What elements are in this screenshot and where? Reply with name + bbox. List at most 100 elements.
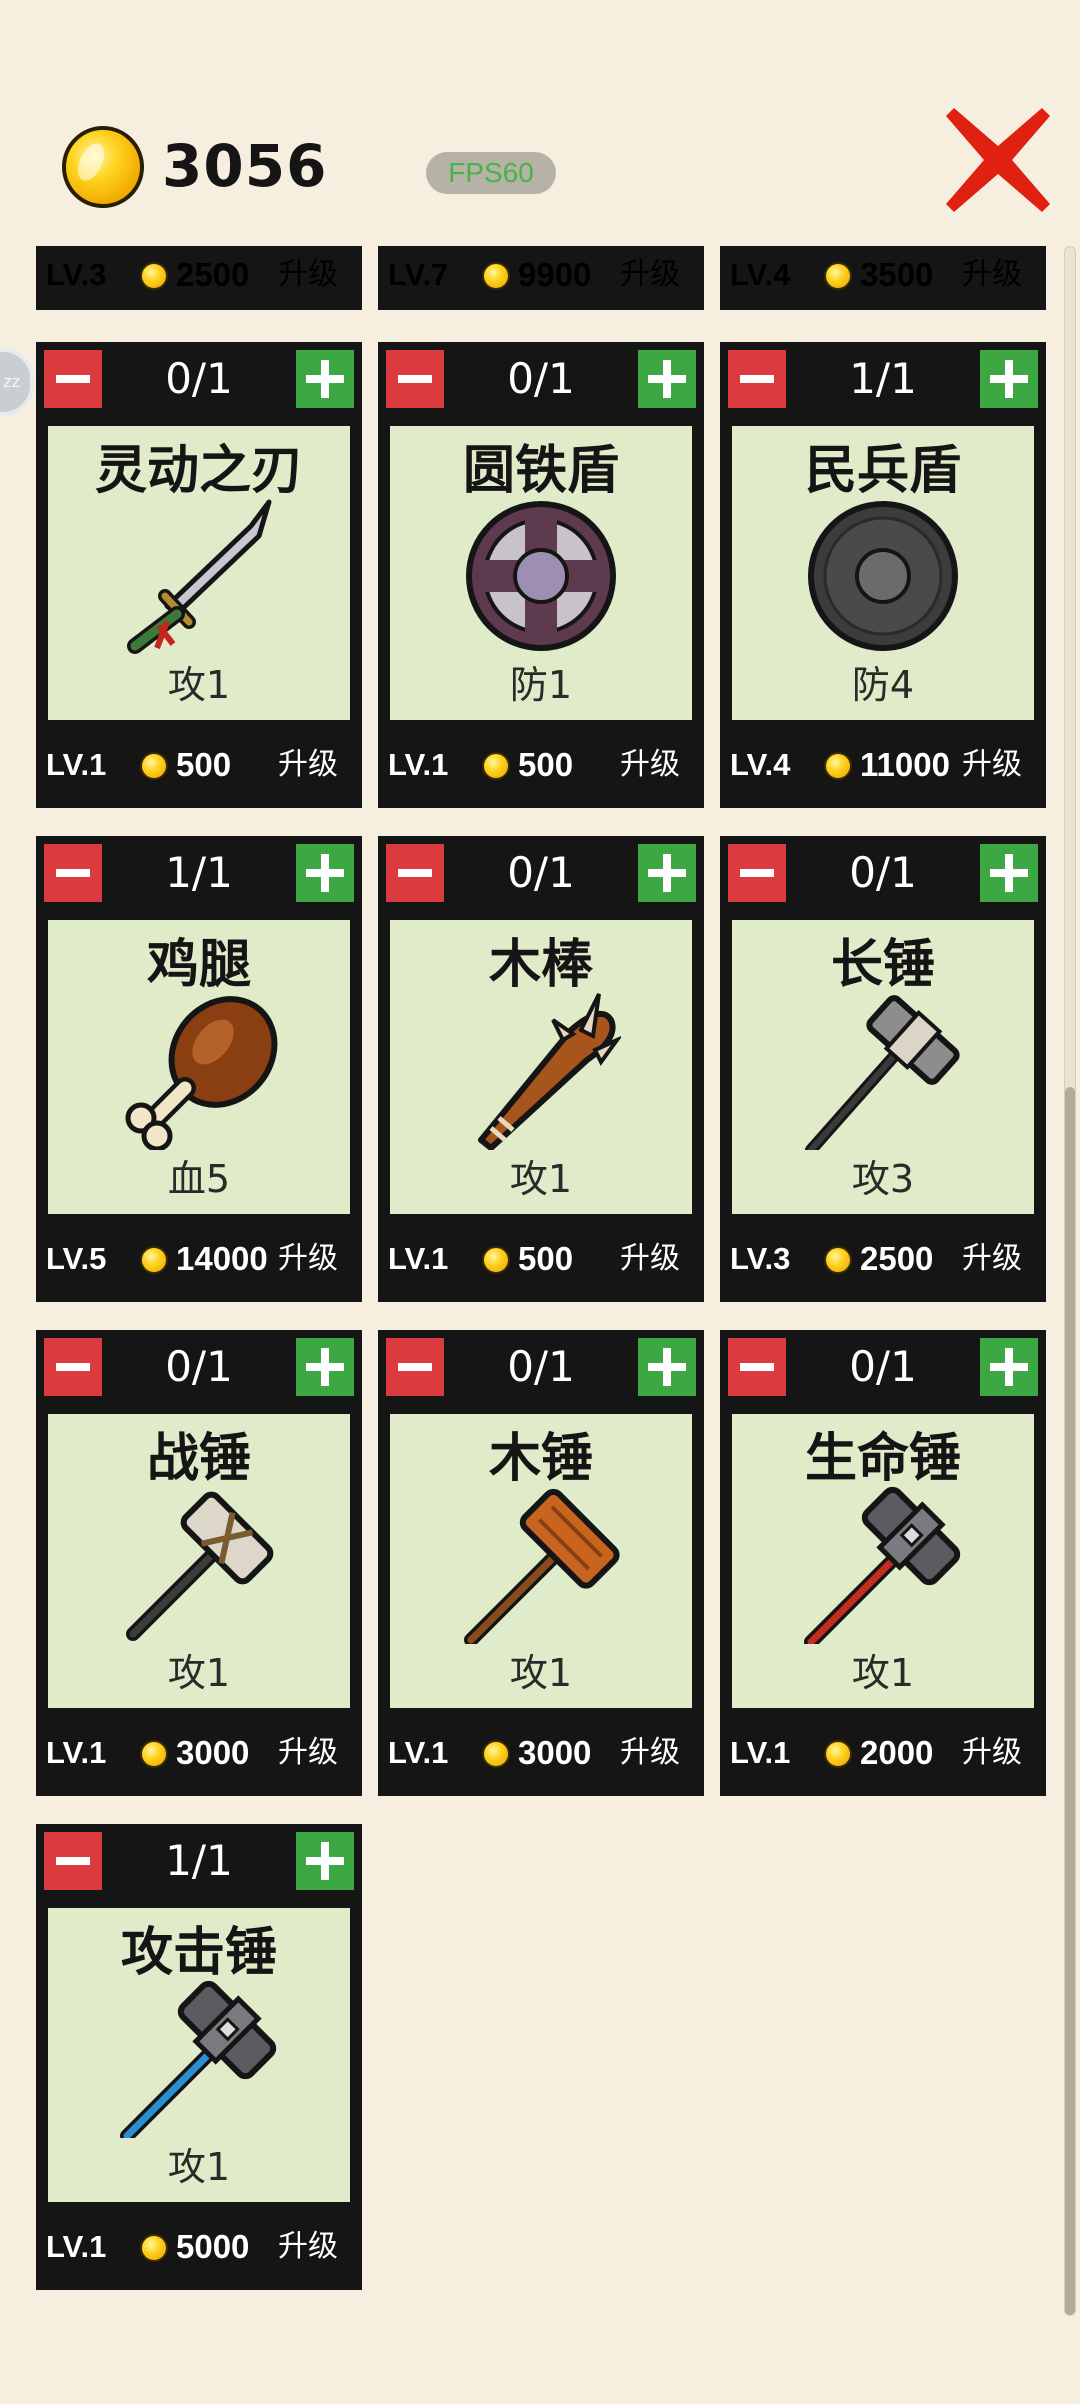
upgrade-button[interactable]: 升级: [962, 1718, 1022, 1788]
increase-button[interactable]: [980, 1338, 1038, 1396]
card-header: 1/1: [36, 836, 362, 910]
scrollbar-thumb[interactable]: [1065, 1087, 1075, 2315]
upgrade-button[interactable]: 升级: [278, 2212, 338, 2282]
upgrade-price: 500: [518, 1240, 574, 1277]
card-body[interactable]: 战锤 攻1: [48, 1414, 350, 1708]
decrease-button[interactable]: [44, 844, 102, 902]
level-label: LV.1: [46, 2229, 107, 2264]
increase-button[interactable]: [638, 350, 696, 408]
club-icon: [478, 993, 621, 1150]
card-body[interactable]: 灵动之刃 攻1: [48, 426, 350, 720]
decrease-button[interactable]: [386, 1338, 444, 1396]
increase-button[interactable]: [296, 350, 354, 408]
upgrade-button[interactable]: 升级: [278, 246, 338, 304]
level-label: LV.3: [730, 1241, 791, 1276]
coin-icon: [482, 1246, 510, 1274]
decrease-button[interactable]: [728, 844, 786, 902]
coin-icon: [140, 1246, 168, 1274]
equip-count: 0/1: [849, 1342, 917, 1391]
card-body[interactable]: 鸡腿 血5: [48, 920, 350, 1214]
item-card: 0/1 圆铁盾 防1 LV.1 500 升级: [378, 342, 704, 808]
item-stat: 防4: [851, 663, 915, 707]
side-tab-handle[interactable]: zz: [0, 348, 34, 416]
card-footer: LV.5 14000 升级: [36, 1224, 362, 1294]
decrease-button[interactable]: [728, 1338, 786, 1396]
card-body[interactable]: 民兵盾 防4: [732, 426, 1034, 720]
decrease-button[interactable]: [386, 350, 444, 408]
increase-button[interactable]: [296, 1338, 354, 1396]
increase-button[interactable]: [638, 844, 696, 902]
decrease-button[interactable]: [44, 1338, 102, 1396]
upgrade-button[interactable]: 升级: [962, 1224, 1022, 1294]
increase-button[interactable]: [296, 1832, 354, 1890]
item-stat: 攻1: [509, 1651, 573, 1695]
upgrade-price: 500: [518, 746, 574, 783]
upgrade-button[interactable]: 升级: [278, 1224, 338, 1294]
partial-card-footer: LV.3 2500 升级: [36, 246, 362, 310]
upgrade-button[interactable]: 升级: [278, 1718, 338, 1788]
card-body[interactable]: 长锤 攻3: [732, 920, 1034, 1214]
upgrade-price: 3000: [176, 1734, 250, 1771]
card-body[interactable]: 攻击锤 攻1: [48, 1908, 350, 2202]
card-header: 1/1: [720, 342, 1046, 416]
coin-icon: [140, 262, 168, 290]
decrease-button[interactable]: [386, 844, 444, 902]
upgrade-price: 2500: [176, 256, 250, 293]
level-label: LV.1: [388, 1735, 449, 1770]
round-iron-shield-icon: [466, 501, 616, 651]
card-body[interactable]: 木锤 攻1: [390, 1414, 692, 1708]
card-body[interactable]: 木棒 攻1: [390, 920, 692, 1214]
war-hammer-icon: [126, 1491, 274, 1641]
increase-button[interactable]: [980, 350, 1038, 408]
decrease-button[interactable]: [44, 350, 102, 408]
card-footer: LV.1 500 升级: [378, 730, 704, 800]
card-header: 0/1: [378, 836, 704, 910]
upgrade-price: 5000: [176, 2228, 250, 2265]
item-stat: 攻1: [851, 1651, 915, 1695]
life-hammer-icon: [804, 1486, 961, 1644]
increase-button[interactable]: [980, 844, 1038, 902]
item-name: 长锤: [830, 935, 935, 995]
increase-button[interactable]: [296, 844, 354, 902]
equip-count: 0/1: [507, 848, 575, 897]
decrease-button[interactable]: [44, 1832, 102, 1890]
coin-icon: [140, 752, 168, 780]
card-body[interactable]: 生命锤 攻1: [732, 1414, 1034, 1708]
upgrade-button[interactable]: 升级: [620, 1718, 680, 1788]
coin-icon: [140, 2234, 168, 2262]
upgrade-button[interactable]: 升级: [278, 730, 338, 800]
card-footer: LV.1 3000 升级: [36, 1718, 362, 1788]
card-body[interactable]: 圆铁盾 防1: [390, 426, 692, 720]
increase-button[interactable]: [638, 1338, 696, 1396]
upgrade-button[interactable]: 升级: [962, 246, 1022, 304]
card-header: 0/1: [720, 836, 1046, 910]
level-label: LV.7: [388, 257, 449, 292]
card-header: 0/1: [720, 1330, 1046, 1404]
upgrade-button[interactable]: 升级: [962, 730, 1022, 800]
scrollbar[interactable]: [1064, 246, 1076, 2316]
equip-count: 0/1: [507, 1342, 575, 1391]
partial-card-footer: LV.4 3500 升级: [720, 246, 1046, 310]
coin-icon: [824, 1246, 852, 1274]
equip-count: 0/1: [165, 1342, 233, 1391]
upgrade-button[interactable]: 升级: [620, 246, 680, 304]
card-footer: LV.1 2000 升级: [720, 1718, 1046, 1788]
item-name: 攻击锤: [120, 1923, 277, 1983]
upgrade-price: 9900: [518, 256, 592, 293]
wooden-hammer-icon: [464, 1488, 620, 1644]
item-name: 生命锤: [804, 1429, 961, 1489]
equip-count: 1/1: [165, 1836, 233, 1885]
card-header: 0/1: [36, 342, 362, 416]
equip-count: 1/1: [165, 848, 233, 897]
decrease-button[interactable]: [728, 350, 786, 408]
level-label: LV.1: [388, 1241, 449, 1276]
close-icon[interactable]: [938, 100, 1058, 220]
upgrade-button[interactable]: 升级: [620, 1224, 680, 1294]
card-header: 0/1: [36, 1330, 362, 1404]
upgrade-price: 3000: [518, 1734, 592, 1771]
top-bar: 3056 FPS60: [0, 0, 1080, 240]
upgrade-button[interactable]: 升级: [620, 730, 680, 800]
item-card: 1/1 民兵盾 防4 LV.4 11000 升级: [720, 342, 1046, 808]
long-hammer-icon: [805, 995, 960, 1150]
item-name: 木锤: [488, 1429, 593, 1489]
